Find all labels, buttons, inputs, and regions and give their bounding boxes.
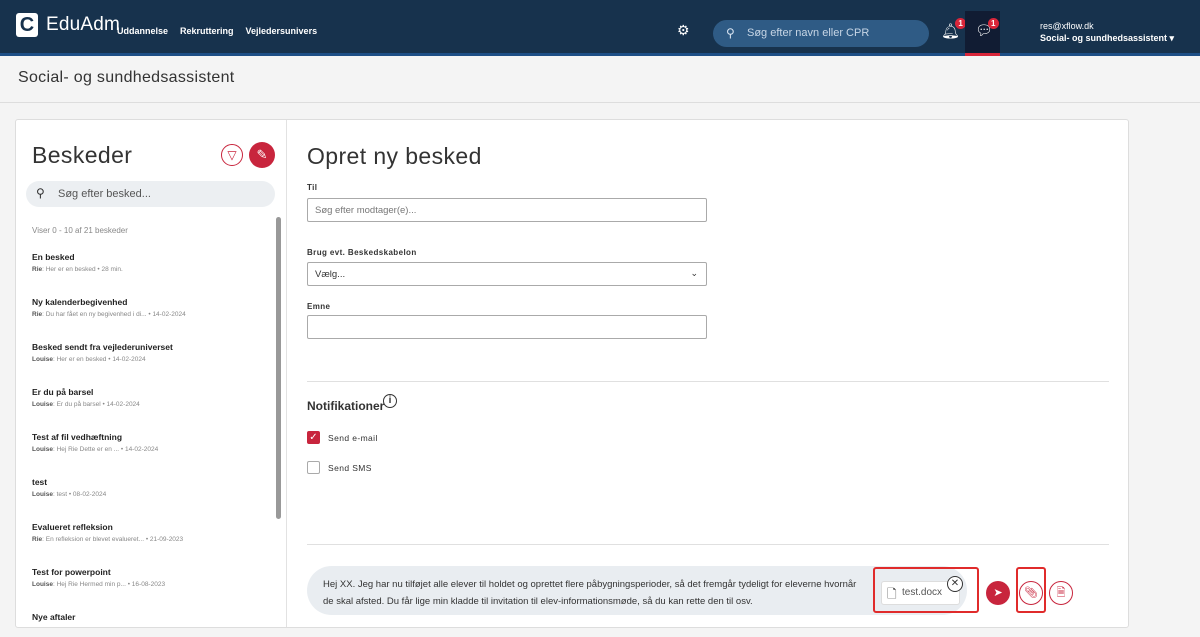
chat-icon: 💬︎ 1 (975, 18, 999, 39)
list-item[interactable]: Test af fil vedhæftning Louise: Hej Rie … (32, 432, 272, 477)
new-message-button[interactable]: ✎ (249, 142, 275, 168)
list-item[interactable]: Besked sendt fra vejlederuniverset Louis… (32, 342, 272, 387)
info-icon[interactable]: i (383, 394, 397, 408)
filter-button[interactable]: ▽ (221, 144, 243, 166)
main-nav: Uddannelse Rekruttering Vejledersunivers (117, 26, 317, 36)
messages-panel: Beskeder ▽ ✎ ⚲ Søg efter besked... Viser… (16, 120, 287, 627)
page-title: Social- og sundhedsassistent (18, 69, 235, 86)
message-list-scrollbar[interactable] (276, 217, 281, 519)
message-list: En besked Rie: Her er en besked • 28 min… (32, 252, 272, 627)
message-title: test (32, 477, 48, 487)
messages-badge: 1 (987, 18, 999, 29)
search-icon: ⚲ (726, 26, 735, 40)
list-item[interactable]: test Louise: test • 08-02-2024 (32, 477, 272, 522)
brand-name: EduAdm (46, 14, 121, 35)
messages-title: Beskeder (32, 142, 133, 168)
message-title: Test for powerpoint (32, 567, 111, 577)
brand[interactable]: C EduAdm (16, 13, 120, 37)
recipient-placeholder: Søg efter modtager(e)... (315, 205, 417, 216)
list-item[interactable]: Test for powerpoint Louise: Hej Rie Herm… (32, 567, 272, 612)
message-preview: Rie: En refleksion er blevet evalueret..… (32, 536, 184, 543)
search-icon: ⚲ (36, 186, 45, 200)
to-label: Til (307, 183, 318, 192)
message-title: Evalueret refleksion (32, 522, 113, 532)
insert-template-button[interactable]: 🗎︎ (1049, 581, 1073, 605)
message-title: Besked sendt fra vejlederuniverset (32, 342, 173, 352)
pencil-icon: ✎ (256, 147, 268, 162)
document-icon: 🗎︎ (1056, 587, 1066, 599)
template-select[interactable]: Vælg... ⌄ (307, 262, 707, 286)
top-navigation-bar: C EduAdm Uddannelse Rekruttering Vejlede… (0, 0, 1200, 56)
user-role: Social- og sundhedsassistent (1040, 33, 1168, 43)
settings-gear-icon[interactable]: ⚙ (677, 22, 690, 39)
global-search-placeholder: Søg efter navn eller CPR (747, 27, 870, 39)
form-title: Opret ny besked (307, 143, 482, 169)
user-menu[interactable]: res@xflow.dk Social- og sundhedsassisten… (1040, 20, 1174, 44)
send-button[interactable]: ➤ (986, 581, 1010, 605)
remove-attachment-close-icon[interactable]: ✕ (947, 576, 963, 592)
notifications-bell-icon[interactable]: 🔔︎ 1 (941, 18, 967, 40)
attach-file-button[interactable]: 📎︎ (1019, 581, 1043, 605)
message-title: Er du på barsel (32, 387, 94, 397)
list-item[interactable]: Evalueret refleksion Rie: En refleksion … (32, 522, 272, 567)
section-divider (307, 544, 1109, 545)
send-sms-checkbox[interactable] (307, 461, 320, 474)
nav-item-rekruttering[interactable]: Rekruttering (180, 26, 234, 36)
message-count: Viser 0 - 10 af 21 beskeder (32, 226, 128, 235)
subject-input[interactable] (307, 315, 707, 339)
message-search-input[interactable]: ⚲ Søg efter besked... (26, 181, 275, 207)
chevron-down-icon: ⌄ (690, 268, 698, 278)
send-icon: ➤ (993, 587, 1003, 599)
paperclip-icon: 📎︎ (1024, 587, 1038, 599)
list-item[interactable]: Nye aftaler (32, 612, 272, 627)
section-divider (307, 381, 1109, 382)
message-body-text: Hej XX. Jeg har nu tilføjet alle elever … (323, 579, 857, 607)
message-title: Nye aftaler (32, 612, 76, 622)
brand-logo-icon: C (16, 13, 38, 37)
send-sms-label: Send SMS (328, 463, 372, 473)
message-body-input[interactable]: Hej XX. Jeg har nu tilføjet alle elever … (307, 566, 967, 615)
message-preview: Louise: Hej Rie Dette er en ... • 14-02-… (32, 446, 159, 453)
message-preview: Rie: Her er en besked • 28 min. (32, 266, 123, 273)
message-title: Test af fil vedhæftning (32, 432, 123, 442)
recipient-input[interactable]: Søg efter modtager(e)... (307, 198, 707, 222)
list-item[interactable]: Ny kalenderbegivenhed Rie: Du har fået e… (32, 297, 272, 342)
filter-icon: ▽ (227, 148, 237, 162)
subject-label: Emne (307, 302, 331, 311)
message-title: En besked (32, 252, 75, 262)
caret-down-icon: ▾ (1169, 33, 1175, 43)
message-preview: Louise: test • 08-02-2024 (32, 491, 107, 498)
message-search-placeholder: Søg efter besked... (58, 188, 151, 200)
header-divider (0, 102, 1200, 103)
messages-card: Beskeder ▽ ✎ ⚲ Søg efter besked... Viser… (15, 119, 1129, 628)
user-email: res@xflow.dk (1040, 21, 1094, 31)
nav-item-uddannelse[interactable]: Uddannelse (117, 26, 168, 36)
send-email-label: Send e-mail (328, 433, 378, 443)
list-item[interactable]: Er du på barsel Louise: Er du på barsel … (32, 387, 272, 432)
message-preview: Louise: Hej Rie Hermed min p... • 16-08-… (32, 581, 166, 588)
attachment-name: test.docx (902, 587, 943, 598)
list-item[interactable]: En besked Rie: Her er en besked • 28 min… (32, 252, 272, 297)
send-email-checkbox[interactable]: ✓ (307, 431, 320, 444)
notifications-title: Notifikationer (307, 399, 385, 413)
global-search-input[interactable]: ⚲ Søg efter navn eller CPR (713, 20, 929, 47)
nav-item-vejledersunivers[interactable]: Vejledersunivers (246, 26, 318, 36)
message-preview: Louise: Her er en besked • 14-02-2024 (32, 356, 146, 363)
message-title: Ny kalenderbegivenhed (32, 297, 128, 307)
template-label: Brug evt. Beskedskabelon (307, 248, 417, 257)
document-icon: 🗋︎ (887, 587, 897, 601)
template-select-value: Vælg... (315, 269, 346, 280)
message-preview: Louise: Er du på barsel • 14-02-2024 (32, 401, 140, 408)
messages-nav-button[interactable]: 💬︎ 1 (965, 11, 1000, 56)
message-preview: Rie: Du har fået en ny begivenhed i di..… (32, 311, 186, 318)
